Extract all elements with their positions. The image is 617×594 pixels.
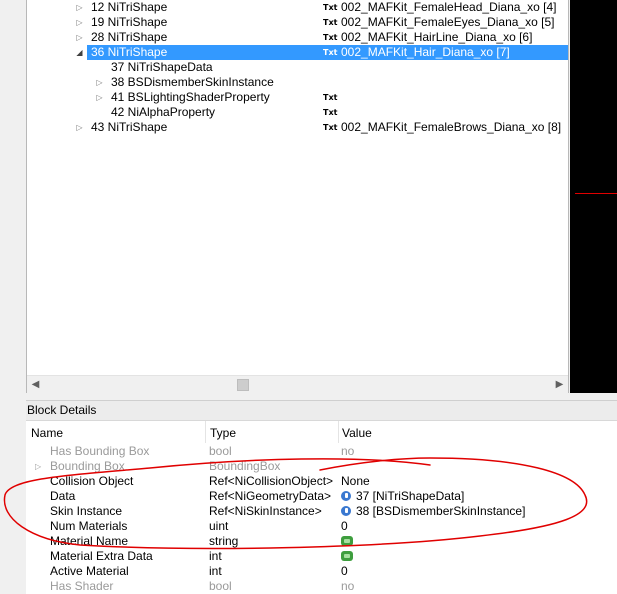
- expand-arrow-icon[interactable]: ▷: [75, 0, 84, 15]
- field-name: Material Name: [50, 534, 129, 548]
- txt-icon: Txt: [323, 33, 338, 42]
- tree-row-value: 002_MAFKit_Hair_Diana_xo [7]: [341, 45, 510, 59]
- tree-row-name: 41 BSLightingShaderProperty: [111, 90, 270, 104]
- field-value-cell[interactable]: [341, 549, 353, 564]
- field-value[interactable]: no: [341, 579, 354, 594]
- field-value[interactable]: 37 [NiTriShapeData]: [356, 489, 464, 503]
- field-name: Data: [50, 489, 76, 503]
- field-name: Has Bounding Box: [50, 444, 150, 458]
- txt-icon: Txt: [323, 108, 338, 117]
- field-value[interactable]: no: [341, 444, 354, 459]
- field-type: uint: [209, 519, 229, 533]
- field-name: Skin Instance: [50, 504, 123, 518]
- block-tree[interactable]: ▷ 12 NiTriShape Txt 002_MAFKit_FemaleHea…: [26, 0, 569, 393]
- field-value[interactable]: 0: [341, 519, 348, 534]
- tree-row-name: 12 NiTriShape: [91, 0, 168, 14]
- scroll-right-icon[interactable]: ▶: [551, 376, 568, 393]
- tree-row-name: 38 BSDismemberSkinInstance: [111, 75, 274, 89]
- tree-row-value: 002_MAFKit_FemaleEyes_Diana_xo [5]: [341, 15, 555, 29]
- field-name: Material Extra Data: [50, 549, 153, 563]
- tree-row-value: 002_MAFKit_FemaleBrows_Diana_xo [8]: [341, 120, 562, 134]
- detail-row[interactable]: Material Extra Data int: [26, 549, 617, 564]
- field-type: Ref<NiSkinInstance>: [209, 504, 322, 518]
- expand-arrow-icon[interactable]: ▷: [35, 459, 41, 474]
- tree-row-value: 002_MAFKit_HairLine_Diana_xo [6]: [341, 30, 533, 44]
- field-name: Active Material: [50, 564, 129, 578]
- field-value[interactable]: 0: [341, 564, 348, 579]
- field-type: Ref<NiCollisionObject>: [209, 474, 334, 488]
- field-value-cell[interactable]: 38 [BSDismemberSkinInstance]: [341, 504, 525, 519]
- tree-row[interactable]: ▷ 41 BSLightingShaderProperty Txt: [27, 90, 568, 105]
- tree-row[interactable]: 37 NiTriShapeData: [27, 60, 568, 75]
- field-type: string: [209, 534, 239, 548]
- tree-row-selected[interactable]: ◢ 36 NiTriShape Txt 002_MAFKit_Hair_Dian…: [27, 45, 568, 60]
- tree-row-name: 37 NiTriShapeData: [111, 60, 213, 74]
- detail-row[interactable]: Num Materials uint 0: [26, 519, 617, 534]
- field-type: BoundingBox: [209, 459, 281, 473]
- tree-row-name: 43 NiTriShape: [91, 120, 168, 134]
- field-value-cell[interactable]: [341, 534, 353, 549]
- column-header-type[interactable]: Type: [210, 425, 236, 441]
- field-name: Has Shader: [50, 579, 114, 593]
- field-name: Collision Object: [50, 474, 134, 488]
- field-type: int: [209, 564, 222, 578]
- detail-row[interactable]: Data Ref<NiGeometryData> 37 [NiTriShapeD…: [26, 489, 617, 504]
- detail-row[interactable]: Active Material int 0: [26, 564, 617, 579]
- tree-row-name: 36 NiTriShape: [91, 45, 168, 59]
- field-type: int: [209, 549, 222, 563]
- string-palette-icon[interactable]: [341, 551, 353, 561]
- column-header-value[interactable]: Value: [342, 425, 372, 441]
- tree-row-name: 28 NiTriShape: [91, 30, 168, 44]
- tree-row-name: 42 NiAlphaProperty: [111, 105, 216, 119]
- expand-arrow-icon[interactable]: ▷: [75, 30, 84, 45]
- link-icon: [341, 506, 351, 516]
- txt-icon: Txt: [323, 93, 338, 102]
- detail-row[interactable]: Collision Object Ref<NiCollisionObject> …: [26, 474, 617, 489]
- field-value[interactable]: 38 [BSDismemberSkinInstance]: [356, 504, 525, 518]
- field-value[interactable]: None: [341, 474, 370, 489]
- string-palette-icon[interactable]: [341, 536, 353, 546]
- field-type: bool: [209, 444, 232, 458]
- column-divider[interactable]: [338, 421, 339, 443]
- txt-icon: Txt: [323, 18, 338, 27]
- block-details-title: Block Details: [27, 403, 97, 417]
- scroll-left-icon[interactable]: ◀: [27, 376, 44, 393]
- column-divider[interactable]: [205, 421, 206, 443]
- detail-row[interactable]: Material Name string: [26, 534, 617, 549]
- tree-row[interactable]: ▷ 28 NiTriShape Txt 002_MAFKit_HairLine_…: [27, 30, 568, 45]
- tree-row-name: 19 NiTriShape: [91, 15, 168, 29]
- link-icon: [341, 491, 351, 501]
- field-name: Bounding Box: [50, 459, 125, 473]
- tree-row[interactable]: ▷ 43 NiTriShape Txt 002_MAFKit_FemaleBro…: [27, 120, 568, 135]
- txt-icon: Txt: [323, 3, 338, 12]
- tree-row[interactable]: ▷ 19 NiTriShape Txt 002_MAFKit_FemaleEye…: [27, 15, 568, 30]
- detail-row[interactable]: ▷ Bounding Box BoundingBox: [26, 459, 617, 474]
- expand-arrow-icon[interactable]: ▷: [95, 90, 104, 105]
- horizontal-scrollbar[interactable]: ◀ ▶: [27, 375, 568, 393]
- detail-row[interactable]: Has Shader bool no: [26, 579, 617, 594]
- tree-row-value: 002_MAFKit_FemaleHead_Diana_xo [4]: [341, 0, 557, 14]
- collapse-arrow-icon[interactable]: ◢: [75, 45, 84, 60]
- expand-arrow-icon[interactable]: ▷: [75, 15, 84, 30]
- axis-line: [575, 193, 617, 194]
- block-details-header: Block Details: [26, 400, 617, 420]
- detail-row[interactable]: Skin Instance Ref<NiSkinInstance> 38 [BS…: [26, 504, 617, 519]
- column-header-name[interactable]: Name: [31, 425, 63, 441]
- field-type: bool: [209, 579, 232, 593]
- tree-row[interactable]: ▷ 38 BSDismemberSkinInstance: [27, 75, 568, 90]
- txt-icon: Txt: [323, 123, 338, 132]
- tree-row[interactable]: 42 NiAlphaProperty Txt: [27, 105, 568, 120]
- expand-arrow-icon[interactable]: ▷: [95, 75, 104, 90]
- detail-row[interactable]: Has Bounding Box bool no: [26, 444, 617, 459]
- field-type: Ref<NiGeometryData>: [209, 489, 332, 503]
- field-value-cell[interactable]: 37 [NiTriShapeData]: [341, 489, 464, 504]
- expand-arrow-icon[interactable]: ▷: [75, 120, 84, 135]
- scroll-thumb[interactable]: [237, 379, 249, 391]
- field-name: Num Materials: [50, 519, 128, 533]
- txt-icon: Txt: [323, 48, 338, 57]
- viewport-panel[interactable]: [570, 0, 617, 393]
- tree-row[interactable]: ▷ 12 NiTriShape Txt 002_MAFKit_FemaleHea…: [27, 0, 568, 15]
